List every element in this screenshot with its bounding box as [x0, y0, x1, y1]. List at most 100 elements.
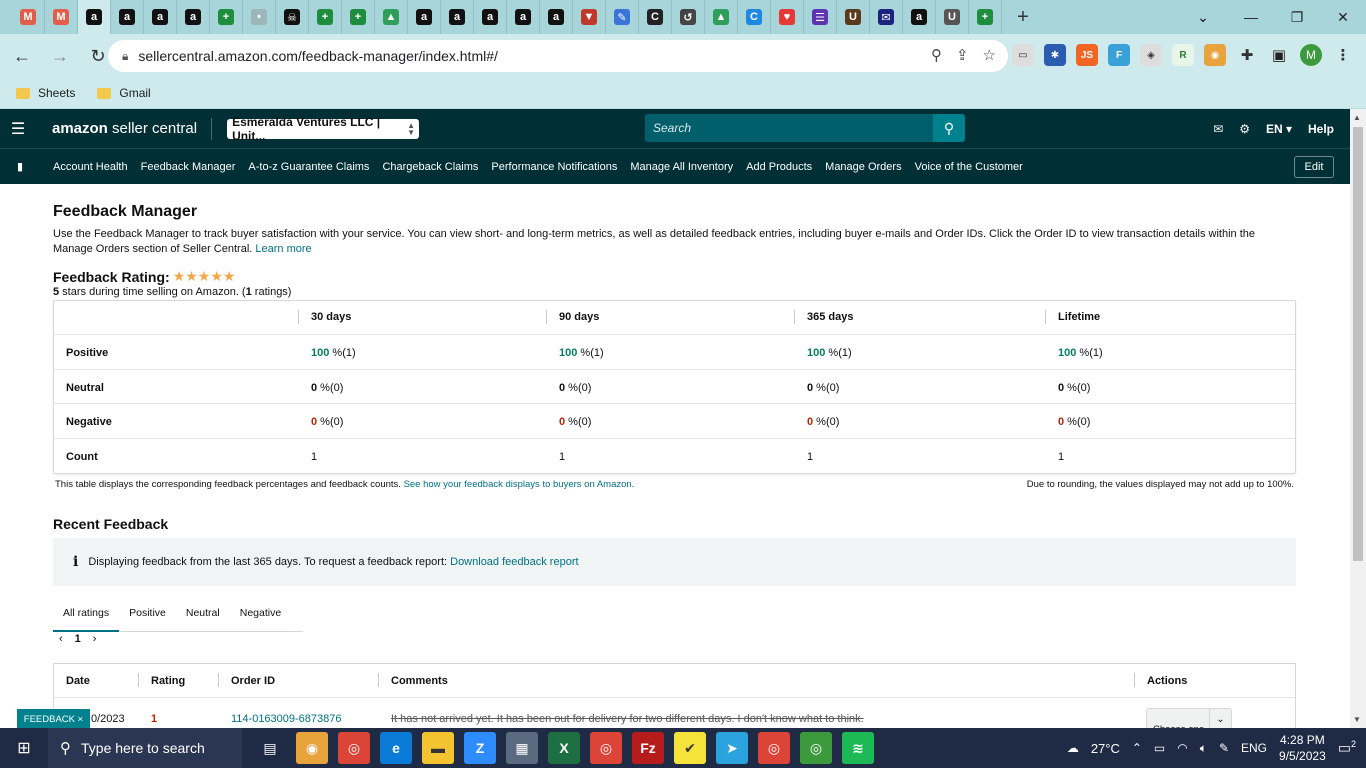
nav-link-feedback-manager[interactable]: Feedback Manager — [141, 161, 236, 173]
browser-tab[interactable]: C — [639, 0, 672, 34]
account-switcher[interactable]: Esmeralda Ventures LLC | Unit... ▲ ▼ — [227, 115, 420, 143]
filezilla-icon[interactable]: Fz — [632, 732, 664, 764]
input-language[interactable]: ENG — [1241, 741, 1267, 755]
browser-tab[interactable]: + — [969, 0, 1002, 34]
browser-tab[interactable]: a — [903, 0, 936, 34]
extension-icon[interactable]: ◉ — [1204, 44, 1226, 66]
puzzle-icon[interactable]: ✚ — [1236, 44, 1258, 66]
browser-tab[interactable]: a — [507, 0, 540, 34]
taskbar-search[interactable]: ⚲ Type here to search — [48, 728, 242, 768]
feedback-widget-tab[interactable]: FEEDBACK × — [17, 709, 90, 729]
nav-link-chargeback-claims[interactable]: Chargeback Claims — [382, 161, 478, 173]
page-scrollbar[interactable]: ▲ ▼ — [1350, 109, 1366, 728]
nav-link-manage-orders[interactable]: Manage Orders — [825, 161, 901, 173]
col-rating[interactable]: Rating — [151, 675, 185, 687]
current-page[interactable]: 1 — [75, 633, 81, 645]
sticky-notes-icon[interactable]: ✔ — [674, 732, 706, 764]
weather-temp[interactable]: 27°C — [1091, 741, 1120, 756]
search-button[interactable]: ⚲ — [933, 114, 965, 142]
nav-link-voice-of-the-customer[interactable]: Voice of the Customer — [915, 161, 1023, 173]
help-link[interactable]: Help — [1308, 122, 1334, 136]
browser-tab[interactable]: ✎ — [606, 0, 639, 34]
hamburger-menu-icon[interactable]: ☰ — [0, 109, 36, 148]
mail-icon[interactable]: ✉ — [1213, 122, 1223, 136]
minimize-button[interactable]: — — [1228, 0, 1274, 34]
browser-tab[interactable]: U — [936, 0, 969, 34]
extension-rs-icon[interactable]: R — [1172, 44, 1194, 66]
nav-link-performance-notifications[interactable]: Performance Notifications — [491, 161, 617, 173]
action-select[interactable]: Choose one ⌄ — [1146, 708, 1232, 735]
forward-button[interactable]: → — [44, 40, 76, 72]
task-view-icon[interactable]: ▤ — [254, 732, 286, 764]
spotify-icon[interactable]: ≋ — [842, 732, 874, 764]
zoom-icon[interactable]: ⚲ — [931, 46, 942, 64]
extension-fba-icon[interactable]: F — [1108, 44, 1130, 66]
tab-positive[interactable]: Positive — [119, 600, 176, 632]
app-icon[interactable]: ◉ — [296, 732, 328, 764]
edge-icon[interactable]: e — [380, 732, 412, 764]
browser-tab[interactable]: C — [738, 0, 771, 34]
seller-central-logo[interactable]: amazon seller central — [36, 117, 213, 140]
share-icon[interactable]: ⇪ — [956, 46, 969, 64]
chrome-icon[interactable]: ◎ — [590, 732, 622, 764]
bookmark-icon[interactable]: ▮ — [0, 160, 40, 173]
buyer-display-link[interactable]: See how your feedback displays to buyers… — [404, 479, 635, 490]
browser-tab[interactable]: U — [837, 0, 870, 34]
chevron-up-icon[interactable]: ⌃ — [1132, 741, 1142, 755]
scroll-up-icon[interactable]: ▲ — [1353, 113, 1361, 122]
download-report-link[interactable]: Download feedback report — [450, 556, 578, 568]
gear-icon[interactable]: ⚙ — [1239, 122, 1250, 136]
col-order-id[interactable]: Order ID — [231, 675, 275, 687]
browser-tab[interactable]: M — [45, 0, 78, 34]
restore-button[interactable]: ❐ — [1274, 0, 1320, 34]
browser-tab[interactable]: a — [177, 0, 210, 34]
browser-tab[interactable]: ♥ — [771, 0, 804, 34]
browser-tab[interactable]: a — [441, 0, 474, 34]
browser-tab[interactable]: ☠ — [276, 0, 309, 34]
browser-tab[interactable]: ▲ — [705, 0, 738, 34]
volume-icon[interactable]: 🔈︎ — [1200, 741, 1207, 756]
extension-icon[interactable]: ◈ — [1140, 44, 1162, 66]
browser-tab[interactable]: ▲ — [375, 0, 408, 34]
chrome-icon[interactable]: ◎ — [758, 732, 790, 764]
nav-link-manage-all-inventory[interactable]: Manage All Inventory — [630, 161, 733, 173]
notifications-icon[interactable]: ▭2 — [1338, 739, 1356, 757]
browser-tab[interactable]: a — [474, 0, 507, 34]
next-page-icon[interactable]: › — [93, 633, 97, 645]
excel-icon[interactable]: X — [548, 732, 580, 764]
nav-link-a-to-z-guarantee-claims[interactable]: A-to-z Guarantee Claims — [248, 161, 369, 173]
browser-tab[interactable]: a — [111, 0, 144, 34]
chrome-profile-icon[interactable]: ◎ — [800, 732, 832, 764]
extension-icon[interactable]: ▭ — [1012, 44, 1034, 66]
browser-tab[interactable]: a — [144, 0, 177, 34]
browser-tab[interactable]: + — [309, 0, 342, 34]
profile-avatar[interactable]: M — [1300, 44, 1322, 66]
browser-tab[interactable]: a — [540, 0, 573, 34]
pen-icon[interactable]: ✎ — [1219, 741, 1229, 755]
nav-link-add-products[interactable]: Add Products — [746, 161, 812, 173]
extension-icon[interactable]: ✱ — [1044, 44, 1066, 66]
wifi-icon[interactable]: ◠ — [1177, 741, 1187, 755]
edit-nav-button[interactable]: Edit — [1294, 156, 1334, 178]
browser-tab[interactable]: ✉ — [870, 0, 903, 34]
tab-search-icon[interactable]: ⌄ — [1188, 0, 1218, 34]
windows-start-icon[interactable]: ⊞ — [0, 728, 48, 768]
learn-more-link[interactable]: Learn more — [255, 243, 311, 255]
tab-negative[interactable]: Negative — [230, 600, 291, 632]
browser-tab[interactable]: a — [408, 0, 441, 34]
weather-icon[interactable]: ☁ — [1067, 741, 1079, 755]
scroll-thumb[interactable] — [1353, 127, 1363, 561]
prev-page-icon[interactable]: ‹ — [59, 633, 63, 645]
browser-tab[interactable]: + — [210, 0, 243, 34]
bookmark-sheets[interactable]: Sheets — [16, 86, 75, 100]
nav-link-account-health[interactable]: Account Health — [53, 161, 128, 173]
browser-tab[interactable]: ☰ — [804, 0, 837, 34]
file-explorer-icon[interactable]: ▬ — [422, 732, 454, 764]
scroll-down-icon[interactable]: ▼ — [1353, 715, 1361, 724]
tab-neutral[interactable]: Neutral — [176, 600, 230, 632]
bookmark-star-icon[interactable]: ☆ — [983, 46, 996, 64]
search-input[interactable] — [645, 114, 933, 142]
menu-kebab-icon[interactable]: ⋮ — [1332, 44, 1354, 66]
browser-tab[interactable]: M — [12, 0, 45, 34]
bookmark-gmail[interactable]: Gmail — [97, 86, 151, 100]
